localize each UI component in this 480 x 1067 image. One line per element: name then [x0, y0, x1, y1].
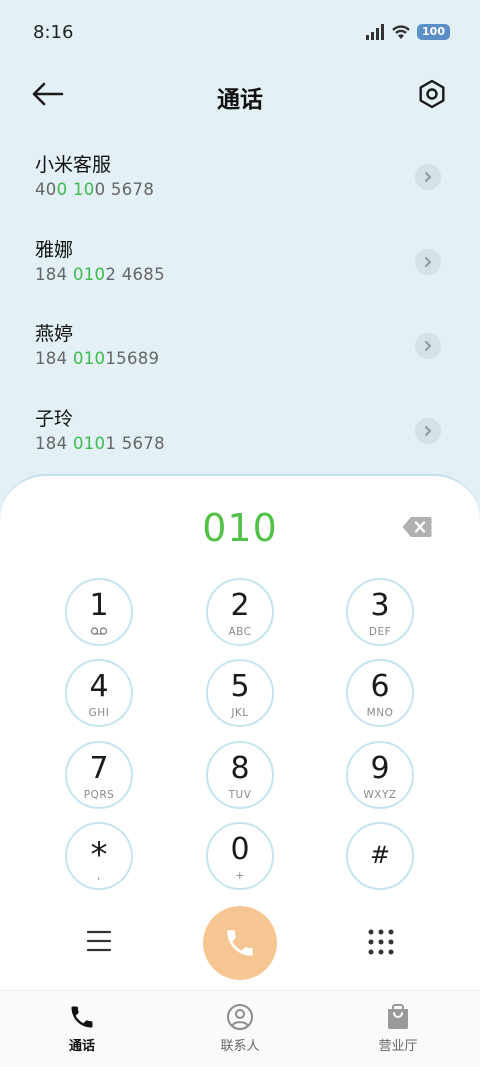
contact-name: 子玲	[35, 407, 74, 430]
contact-detail-button[interactable]	[415, 417, 441, 444]
dialer-actions	[0, 904, 480, 980]
dial-key-1[interactable]: 1	[65, 578, 133, 646]
nav-label: 通话	[68, 1039, 95, 1054]
contact-detail-button[interactable]	[415, 248, 441, 275]
chevron-right-icon	[425, 341, 431, 351]
contact-row[interactable]: 燕婷 184 01015689	[0, 305, 480, 390]
contact-row[interactable]: 子玲 184 0101 5678	[0, 390, 480, 475]
number-segment: 0 5678	[94, 180, 155, 199]
nav-tab-store[interactable]: 营业厅	[348, 1003, 448, 1054]
key-letters: +	[235, 870, 245, 882]
dial-key-5[interactable]: 5 JKL	[206, 659, 274, 727]
phone-icon	[227, 930, 253, 956]
number-segment: 15689	[105, 349, 160, 368]
dial-key-9[interactable]: 9 WXYZ	[346, 741, 414, 809]
contact-row[interactable]: 小米客服 400 100 5678	[0, 136, 480, 221]
bottom-nav: 通话 联系人 营业厅	[0, 990, 480, 1067]
page-title: 通话	[217, 87, 263, 113]
chevron-right-icon	[425, 172, 431, 182]
dial-key-3[interactable]: 3 DEF	[346, 578, 414, 646]
nav-label: 营业厅	[378, 1039, 418, 1054]
key-digit: 1	[89, 588, 109, 623]
contact-row[interactable]: 雅娜 184 0102 4685	[0, 221, 480, 306]
signal-icon	[366, 24, 385, 40]
number-segment: 40	[35, 180, 57, 199]
wifi-icon	[392, 25, 410, 39]
bag-icon	[388, 1004, 408, 1029]
chevron-right-icon	[425, 256, 431, 267]
dial-key-2[interactable]: 2 ABC	[206, 578, 274, 646]
contact-list: 小米客服 400 100 5678 雅娜 184 0102 4685 燕婷 184 010…	[0, 136, 480, 474]
dial-key-star[interactable]: *,	[65, 822, 133, 890]
contact-detail-button[interactable]	[415, 333, 441, 359]
dialpad-toggle-icon[interactable]	[367, 928, 395, 956]
settings-icon[interactable]	[416, 78, 448, 110]
key-digit: 7	[89, 751, 109, 786]
key-digit: 5	[230, 669, 250, 704]
voicemail-icon	[67, 626, 131, 639]
nav-tab-contacts[interactable]: 联系人	[190, 1003, 290, 1054]
number-segment: 184	[35, 349, 73, 368]
nav-tab-calls[interactable]: 通话	[32, 1003, 132, 1054]
key-letters: MNO	[366, 707, 394, 719]
dial-key-8[interactable]: 8 TUV	[206, 741, 274, 809]
status-time: 8:16	[33, 22, 74, 43]
phone-icon	[71, 1006, 93, 1028]
menu-icon[interactable]	[86, 928, 112, 954]
chevron-right-icon	[425, 425, 431, 436]
call-button[interactable]	[203, 906, 277, 980]
dial-key-0[interactable]: 0 +	[206, 822, 274, 890]
contact-name: 小米客服	[35, 154, 112, 176]
key-digit: 3	[370, 588, 390, 623]
key-letters: PQRS	[83, 789, 115, 801]
number-match-highlight: 010	[72, 264, 106, 284]
contact-name: 燕婷	[35, 323, 74, 345]
dial-key-hash[interactable]: #	[346, 822, 414, 890]
person-icon	[227, 1004, 253, 1030]
number-match-highlight: 010	[72, 349, 106, 368]
key-letters: ABC	[228, 626, 252, 638]
battery-indicator: 100	[417, 24, 450, 40]
number-match-highlight: 0	[56, 180, 68, 199]
contact-name: 雅娜	[35, 238, 74, 261]
contact-detail-button[interactable]	[415, 164, 441, 190]
key-digit: 6	[370, 669, 390, 704]
backspace-icon[interactable]	[402, 516, 432, 538]
dial-key-6[interactable]: 6 MNO	[346, 659, 414, 727]
header: 通话	[0, 72, 480, 116]
number-segment: 2 4685	[105, 264, 165, 284]
nav-label: 联系人	[220, 1039, 260, 1054]
number-match-highlight: 10	[72, 180, 95, 199]
status-icons: 100	[365, 24, 450, 40]
key-digit: 8	[230, 751, 250, 786]
contact-number: 400 100 5678	[35, 180, 154, 199]
key-digit: *	[90, 835, 108, 875]
number-segment: 184	[35, 433, 73, 453]
key-digit: 0	[230, 832, 250, 867]
dial-key-4[interactable]: 4 GHI	[65, 659, 133, 727]
status-bar: 8:16 100	[0, 0, 480, 66]
key-letters: ,	[97, 870, 101, 882]
key-digit: #	[369, 841, 391, 869]
number-segment: 1 5678	[105, 433, 165, 453]
key-letters: JKL	[231, 707, 249, 719]
contact-number: 184 0101 5678	[35, 434, 165, 453]
contact-number: 184 01015689	[35, 349, 159, 368]
key-letters: WXYZ	[363, 789, 397, 801]
dialer-panel: 010 1 2 ABC 3 DEF 4 GHI 5 JKL 6 MNO 7 PQRS 8 TUV 9 WXYZ *…	[0, 474, 480, 990]
number-match-highlight: 010	[72, 433, 106, 453]
key-letters: TUV	[228, 789, 252, 801]
key-digit: 4	[89, 669, 109, 704]
key-letters: GHI	[88, 707, 110, 719]
key-digit: 9	[370, 751, 390, 786]
key-digit: 2	[230, 588, 250, 623]
key-letters: DEF	[368, 626, 392, 638]
dial-key-7[interactable]: 7 PQRS	[65, 741, 133, 809]
number-segment: 184	[35, 264, 73, 284]
contact-number: 184 0102 4685	[35, 265, 165, 284]
